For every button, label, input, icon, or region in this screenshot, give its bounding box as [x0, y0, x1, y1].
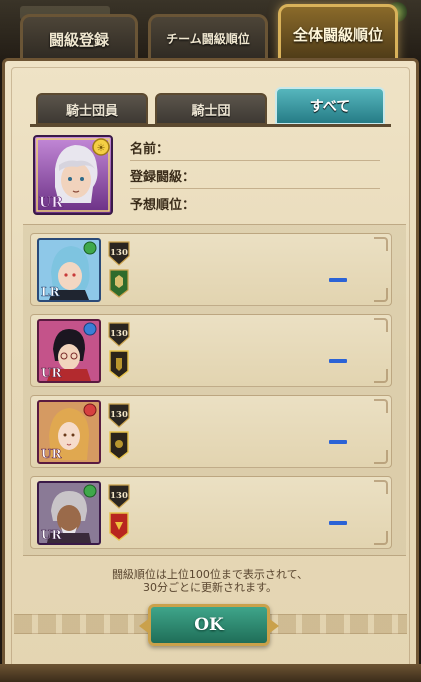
rarity-label: UR	[41, 447, 62, 461]
filter-tab-members[interactable]: 騎士団員	[36, 93, 148, 125]
info-registered-grade: 登録闘級：	[130, 163, 380, 189]
character-avatar[interactable]: UR	[37, 481, 101, 545]
info-predicted-rank: 予想順位：	[130, 190, 380, 216]
knighthood-crest-icon	[109, 431, 129, 460]
rarity-label: UR	[41, 528, 62, 542]
filter-tab-knighthood[interactable]: 騎士団	[155, 93, 267, 125]
filter-tab-all[interactable]: すべて	[275, 87, 385, 125]
level-value: 130	[110, 329, 128, 339]
corner-ornament	[374, 531, 388, 545]
panel-bottom-frame	[0, 664, 421, 682]
corner-ornament	[374, 288, 388, 302]
knighthood-crest-icon	[109, 269, 129, 298]
character-avatar[interactable]: UR	[37, 319, 101, 383]
level-shield-icon: 130	[108, 484, 130, 509]
ok-button[interactable]: OK	[148, 604, 270, 646]
rank-value-dash	[329, 359, 347, 363]
note-line-1: 闘級順位は上位100位まで表示されて、	[111, 568, 309, 581]
predicted-rank-label: 予想順位：	[130, 197, 196, 213]
my-character-avatar[interactable]: ☀ UR	[33, 135, 113, 215]
level-shield-icon: 130	[108, 322, 130, 347]
rank-value-dash	[329, 440, 347, 444]
note-line-2: 30分ごとに更新されます。	[143, 581, 277, 594]
name-label: 名前：	[130, 142, 170, 157]
level-shield-icon: 130	[108, 241, 130, 266]
character-avatar[interactable]: UR	[37, 400, 101, 464]
info-name: 名前：	[130, 135, 380, 161]
rarity-label: UR	[41, 366, 62, 380]
tab-overall-grade-ranking[interactable]: 全体闘級順位	[278, 4, 398, 64]
level-value: 130	[110, 491, 128, 501]
corner-ornament	[374, 480, 388, 494]
ranking-row[interactable]: LR 130	[30, 233, 392, 306]
level-value: 130	[110, 410, 128, 420]
registered-grade-label: 登録闘級：	[130, 170, 196, 185]
tab-grade-registration[interactable]: 闘級登録	[20, 14, 138, 64]
corner-ornament	[374, 450, 388, 464]
level-value: 130	[110, 248, 128, 258]
my-rarity-label: UR	[39, 195, 63, 211]
ranking-row[interactable]: UR 130	[30, 395, 392, 468]
corner-ornament	[374, 369, 388, 383]
rarity-label: LR	[41, 285, 60, 299]
ranking-row[interactable]: UR 130	[30, 314, 392, 387]
tab-divider	[30, 124, 391, 127]
corner-ornament	[374, 399, 388, 413]
corner-ornament	[374, 318, 388, 332]
rank-value-dash	[329, 278, 347, 282]
ranking-row[interactable]: UR 130	[30, 476, 392, 549]
level-shield-icon: 130	[108, 403, 130, 428]
corner-ornament	[374, 237, 388, 251]
sun-icon: ☀	[97, 143, 106, 154]
tab-team-grade-ranking[interactable]: チーム闘級順位	[148, 14, 268, 64]
rank-value-dash	[329, 521, 347, 525]
ranking-update-note: 闘級順位は上位100位まで表示されて、 30分ごとに更新されます。	[60, 568, 360, 594]
knighthood-crest-icon	[109, 350, 129, 379]
character-avatar[interactable]: LR	[37, 238, 101, 302]
knighthood-crest-icon	[109, 512, 129, 541]
